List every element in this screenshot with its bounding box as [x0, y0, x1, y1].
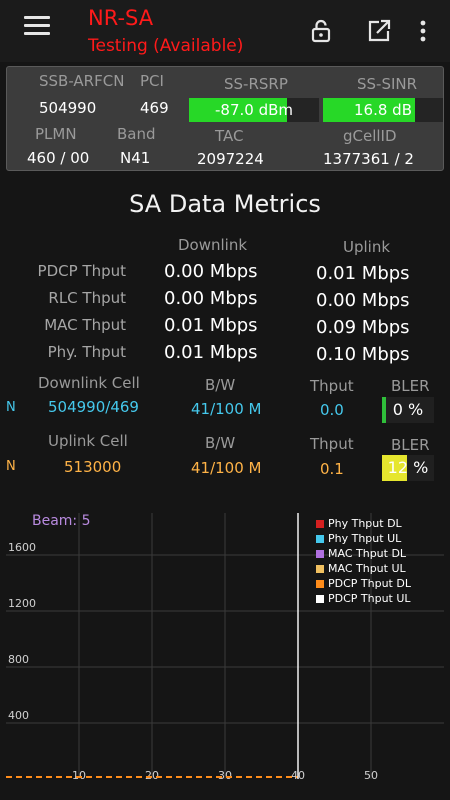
- legend-label: MAC Thput DL: [328, 547, 407, 560]
- uplink-bw-label: B/W: [205, 434, 236, 452]
- band-value: N41: [120, 149, 151, 167]
- x-tick-label: 30: [218, 769, 232, 782]
- phy-thput-ul: 0.10 Mbps: [316, 344, 410, 365]
- downlink-bler-value: 0 %: [392, 400, 424, 419]
- downlink-header: Downlink: [178, 236, 248, 254]
- band-label: Band: [117, 125, 156, 143]
- phy-thput-label: Phy. Thput: [47, 343, 126, 361]
- mac-thput-dl: 0.01 Mbps: [164, 315, 258, 336]
- app-toolbar: NR-SA Testing (Available): [0, 0, 450, 62]
- legend-item: PDCP Thput UL: [316, 591, 411, 606]
- uplink-cell-value: 513000: [64, 458, 122, 476]
- pdcp-thput-label: PDCP Thput: [37, 262, 126, 280]
- legend-item: Phy Thput DL: [316, 516, 411, 531]
- ssb-arfcn-label: SSB-ARFCN: [39, 72, 125, 90]
- legend-item: MAC Thput DL: [316, 546, 411, 561]
- sinr-value: 16.8 dB: [354, 101, 412, 119]
- mac-thput-ul: 0.09 Mbps: [316, 317, 410, 338]
- serving-cell-panel: SSB-ARFCN PCI SS-RSRP SS-SINR 504990 469…: [6, 66, 444, 171]
- legend-label: Phy Thput UL: [328, 532, 402, 545]
- uplink-thput-value: 0.1: [320, 460, 344, 478]
- hamburger-menu-icon[interactable]: [24, 16, 50, 38]
- rsrp-meter: -87.0 dBm: [189, 98, 319, 122]
- downlink-nr-indicator: N: [6, 400, 16, 415]
- plmn-label: PLMN: [35, 125, 77, 143]
- legend-label: MAC Thput UL: [328, 562, 406, 575]
- y-tick-label: 400: [8, 709, 29, 722]
- open-external-icon[interactable]: [366, 18, 392, 44]
- uplink-header: Uplink: [343, 238, 391, 256]
- legend-item: PDCP Thput DL: [316, 576, 411, 591]
- more-vertical-icon[interactable]: [418, 18, 428, 44]
- gcellid-label: gCellID: [343, 127, 397, 145]
- ssb-arfcn-value: 504990: [39, 99, 97, 117]
- legend-item: MAC Thput UL: [316, 561, 411, 576]
- mac-thput-label: MAC Thput: [44, 316, 126, 334]
- legend-swatch: [316, 534, 324, 543]
- rsrp-label: SS-RSRP: [224, 75, 288, 93]
- uplink-bler-meter: 12 %: [382, 455, 434, 481]
- uplink-bler-label: BLER: [391, 436, 430, 454]
- legend-item: Phy Thput UL: [316, 531, 411, 546]
- uplink-bler-value: 12 %: [387, 458, 429, 477]
- downlink-cell-value: 504990/469: [48, 398, 139, 416]
- legend-label: PDCP Thput DL: [328, 577, 411, 590]
- y-tick-label: 1600: [8, 541, 36, 554]
- downlink-bler-meter: 0 %: [382, 397, 434, 423]
- tac-value: 2097224: [197, 150, 264, 168]
- legend-label: Phy Thput DL: [328, 517, 402, 530]
- plmn-value: 460 / 00: [27, 149, 90, 167]
- downlink-thput-value: 0.0: [320, 401, 344, 419]
- rsrp-value: -87.0 dBm: [214, 101, 293, 119]
- x-tick-label: 20: [145, 769, 159, 782]
- pci-label: PCI: [140, 72, 164, 90]
- downlink-bler-label: BLER: [391, 377, 430, 395]
- uplink-cell-label: Uplink Cell: [48, 432, 128, 450]
- legend-swatch: [316, 564, 324, 573]
- legend-swatch: [316, 579, 324, 588]
- uplink-thput-label: Thput: [310, 435, 354, 453]
- lock-icon[interactable]: [308, 18, 334, 44]
- chart-legend: Phy Thput DL Phy Thput UL MAC Thput DL MAC …: [316, 516, 411, 606]
- y-tick-label: 1200: [8, 597, 36, 610]
- rlc-thput-dl: 0.00 Mbps: [164, 288, 258, 309]
- app-status: Testing (Available): [88, 36, 244, 56]
- downlink-cell-label: Downlink Cell: [38, 374, 140, 392]
- legend-swatch: [316, 549, 324, 558]
- downlink-bw-value: 41/100 M: [191, 400, 262, 418]
- y-tick-label: 800: [8, 653, 29, 666]
- beam-label: Beam: 5: [32, 513, 91, 529]
- downlink-bw-label: B/W: [205, 376, 236, 394]
- x-tick-label: 50: [364, 769, 378, 782]
- pdcp-thput-dl: 0.00 Mbps: [164, 261, 258, 282]
- metrics-title: SA Data Metrics: [129, 190, 321, 218]
- x-tick-label: 10: [72, 769, 86, 782]
- tac-label: TAC: [215, 127, 244, 145]
- sinr-meter: 16.8 dB: [323, 98, 443, 122]
- gcellid-value: 1377361 / 2: [323, 150, 414, 168]
- rlc-thput-label: RLC Thput: [48, 289, 126, 307]
- phy-thput-dl: 0.01 Mbps: [164, 342, 258, 363]
- rlc-thput-ul: 0.00 Mbps: [316, 290, 410, 311]
- uplink-bw-value: 41/100 M: [191, 459, 262, 477]
- uplink-nr-indicator: N: [6, 459, 16, 474]
- legend-swatch: [316, 594, 324, 603]
- pci-value: 469: [140, 99, 169, 117]
- legend-label: PDCP Thput UL: [328, 592, 411, 605]
- sinr-label: SS-SINR: [357, 75, 418, 93]
- downlink-thput-label: Thput: [310, 377, 354, 395]
- app-title: NR-SA: [88, 6, 154, 30]
- legend-swatch: [316, 519, 324, 528]
- pdcp-thput-ul: 0.01 Mbps: [316, 263, 410, 284]
